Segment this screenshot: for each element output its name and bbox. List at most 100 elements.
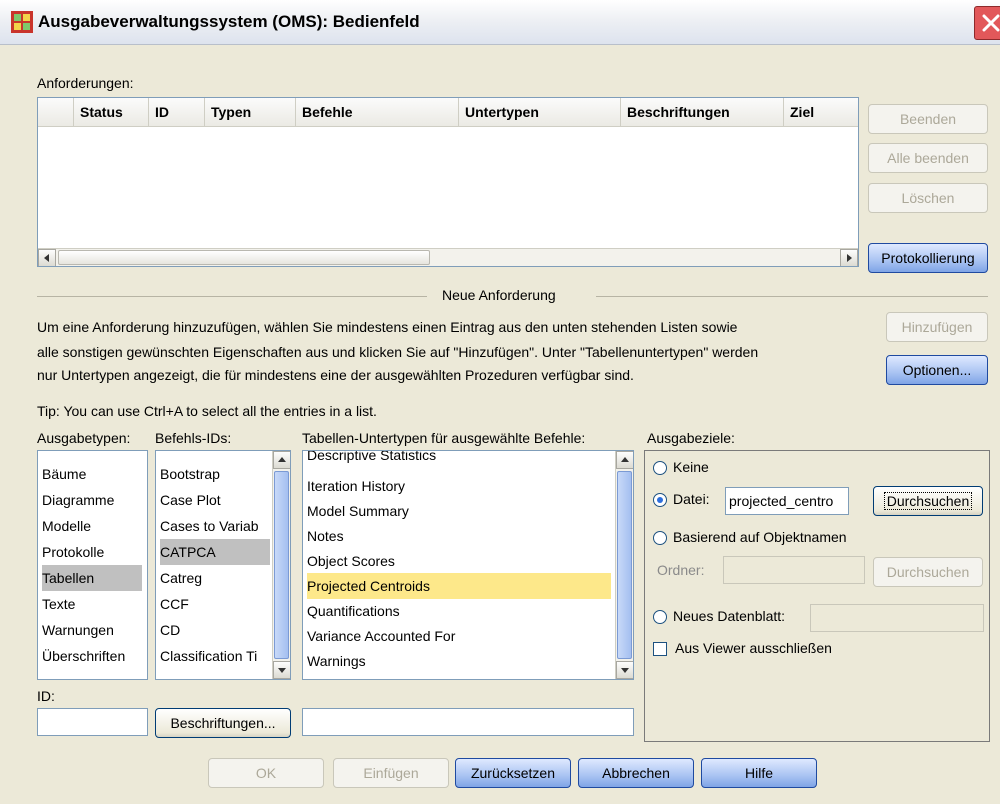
separator-right xyxy=(596,296,988,297)
radio-file[interactable] xyxy=(653,493,667,507)
scroll-thumb[interactable] xyxy=(617,471,632,659)
column-header-id[interactable]: ID xyxy=(149,98,205,126)
table-subtypes-list[interactable]: Descriptive Statistics Iteration History… xyxy=(302,450,634,680)
delete-button[interactable]: Löschen xyxy=(868,183,988,213)
list-item[interactable]: CD xyxy=(160,617,180,643)
paste-button[interactable]: Einfügen xyxy=(333,758,449,788)
scroll-down-button[interactable] xyxy=(273,661,290,679)
radio-none[interactable] xyxy=(653,461,667,475)
list-item-selected[interactable]: Projected Centroids xyxy=(307,573,611,599)
options-button[interactable]: Optionen... xyxy=(886,355,988,385)
file-field[interactable]: projected_centro xyxy=(725,487,849,515)
logging-button[interactable]: Protokollierung xyxy=(868,243,988,273)
radio-by-object-label[interactable]: Basierend auf Objektnamen xyxy=(673,529,847,545)
title-bar: Ausgabeverwaltungssystem (OMS): Bedienfe… xyxy=(0,0,1000,45)
arrow-left-icon xyxy=(44,254,49,262)
column-header-labels[interactable]: Beschriftungen xyxy=(621,98,784,126)
list-item[interactable]: Catreg xyxy=(160,565,202,591)
list-item[interactable]: Object Scores xyxy=(307,548,395,574)
close-button[interactable] xyxy=(974,6,1000,40)
arrow-up-icon xyxy=(278,457,286,462)
list-item[interactable]: Diagramme xyxy=(42,487,114,513)
browse-folder-button[interactable]: Durchsuchen xyxy=(873,557,983,587)
add-button[interactable]: Hinzufügen xyxy=(886,312,988,342)
radio-by-object[interactable] xyxy=(653,531,667,545)
exclude-checkbox[interactable] xyxy=(653,642,667,656)
list-item[interactable]: Quantifications xyxy=(307,598,400,624)
list-item[interactable]: Notes xyxy=(307,523,344,549)
instructions-line-2: alle sonstigen gewünschten Eigenschaften… xyxy=(37,344,759,360)
destinations-label: Ausgabeziele: xyxy=(647,430,735,446)
list-item[interactable]: Warnings xyxy=(307,648,366,674)
requests-label: Anforderungen: xyxy=(37,75,134,91)
list-item[interactable]: Überschriften xyxy=(42,643,125,669)
list-item[interactable]: Protokolle xyxy=(42,539,104,565)
scroll-left-button[interactable] xyxy=(38,249,56,266)
exclude-checkbox-label[interactable]: Aus Viewer ausschließen xyxy=(675,640,832,656)
dataset-field[interactable] xyxy=(810,604,984,632)
column-header-types[interactable]: Typen xyxy=(205,98,296,126)
end-button[interactable]: Beenden xyxy=(868,104,988,134)
arrow-down-icon xyxy=(621,668,629,673)
scroll-thumb[interactable] xyxy=(58,250,430,265)
new-request-heading: Neue Anforderung xyxy=(442,287,556,303)
list-item-selected[interactable]: CATPCA xyxy=(160,539,270,565)
arrow-right-icon xyxy=(847,254,852,262)
table-subtypes-scrollbar[interactable] xyxy=(615,451,633,679)
help-button[interactable]: Hilfe xyxy=(701,758,817,788)
table-subtypes-label: Tabellen-Untertypen für ausgewählte Befe… xyxy=(302,430,586,446)
list-item[interactable]: Case Plot xyxy=(160,487,221,513)
requests-table[interactable]: Status ID Typen Befehle Untertypen Besch… xyxy=(37,97,859,267)
labels-button[interactable]: Beschriftungen... xyxy=(155,708,291,738)
column-header-commands[interactable]: Befehle xyxy=(296,98,459,126)
id-label: ID: xyxy=(37,688,55,704)
list-item-selected[interactable]: Tabellen xyxy=(42,565,142,591)
labels-field[interactable] xyxy=(302,708,634,736)
app-icon xyxy=(11,11,33,33)
column-header-target[interactable]: Ziel xyxy=(784,98,858,126)
list-item[interactable]: Modelle xyxy=(42,513,91,539)
scroll-up-button[interactable] xyxy=(273,451,290,469)
dialog-window: Ausgabeverwaltungssystem (OMS): Bedienfe… xyxy=(0,0,1000,804)
requests-horizontal-scrollbar[interactable] xyxy=(38,248,858,266)
arrow-down-icon xyxy=(278,668,286,673)
list-item[interactable]: Model Summary xyxy=(307,498,409,524)
column-header-status[interactable]: Status xyxy=(74,98,149,126)
tip-text: Tip: You can use Ctrl+A to select all th… xyxy=(37,403,377,419)
list-item[interactable]: Cases to Variab xyxy=(160,513,270,539)
destinations-group: Keine Datei: projected_centro Durchsuche… xyxy=(644,450,990,742)
list-item[interactable]: Iteration History xyxy=(307,473,405,499)
scroll-right-button[interactable] xyxy=(840,249,858,266)
radio-new-dataset-label[interactable]: Neues Datenblatt: xyxy=(673,608,785,624)
list-item[interactable]: Descriptive Statistics xyxy=(307,451,436,468)
radio-file-label[interactable]: Datei: xyxy=(673,491,710,507)
command-ids-list[interactable]: Bootstrap Case Plot Cases to Variab CATP… xyxy=(155,450,291,680)
list-item[interactable]: Bootstrap xyxy=(160,461,220,487)
id-field[interactable] xyxy=(37,708,148,736)
column-header-subtypes[interactable]: Untertypen xyxy=(459,98,621,126)
radio-new-dataset[interactable] xyxy=(653,610,667,624)
scroll-down-button[interactable] xyxy=(616,661,633,679)
browse-file-button[interactable]: Durchsuchen xyxy=(873,486,983,516)
ok-button[interactable]: OK xyxy=(208,758,324,788)
list-item[interactable]: Classification Ti xyxy=(160,643,270,669)
requests-table-header: Status ID Typen Befehle Untertypen Besch… xyxy=(38,98,858,127)
list-item[interactable]: Bäume xyxy=(42,461,86,487)
output-types-label: Ausgabetypen: xyxy=(37,430,131,446)
list-item[interactable]: Texte xyxy=(42,591,75,617)
command-ids-scrollbar[interactable] xyxy=(272,451,290,679)
reset-button[interactable]: Zurücksetzen xyxy=(455,758,571,788)
scroll-up-button[interactable] xyxy=(616,451,633,469)
list-item[interactable]: Warnungen xyxy=(42,617,114,643)
column-header-empty xyxy=(38,98,74,126)
list-item[interactable]: Variance Accounted For xyxy=(307,623,455,649)
instructions-line-1: Um eine Anforderung hinzuzufügen, wählen… xyxy=(37,319,738,335)
end-all-button[interactable]: Alle beenden xyxy=(868,143,988,173)
list-item[interactable]: CCF xyxy=(160,591,189,617)
folder-field[interactable] xyxy=(723,556,865,584)
separator-left xyxy=(37,296,427,297)
output-types-list[interactable]: Bäume Diagramme Modelle Protokolle Tabel… xyxy=(37,450,148,680)
cancel-button[interactable]: Abbrechen xyxy=(578,758,694,788)
radio-none-label[interactable]: Keine xyxy=(673,459,709,475)
scroll-thumb[interactable] xyxy=(274,471,289,659)
